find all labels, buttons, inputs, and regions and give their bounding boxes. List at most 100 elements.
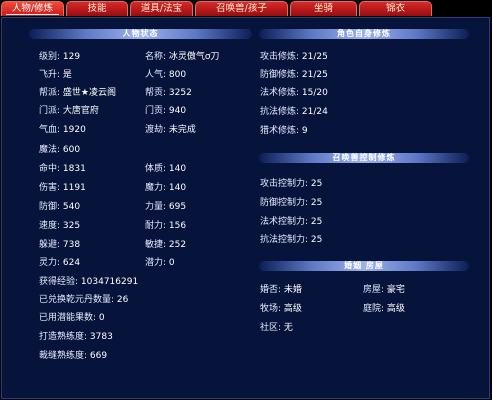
stat-row: 气血: 1920 (39, 124, 86, 136)
stat-label: 命中: (39, 164, 61, 174)
stat-value: 695 (168, 202, 187, 212)
stat-label: 气血: (39, 125, 61, 135)
stat-value: 738 (62, 240, 81, 250)
tab-skills[interactable]: 技能 (66, 1, 128, 16)
stat-value: 0 (98, 313, 105, 323)
stat-label: 防御: (39, 202, 61, 212)
stat-row: 级别: 129 (39, 51, 80, 63)
cultivation-row: 防御修炼: 21/25 (260, 69, 328, 81)
stat-value: 1920 (62, 125, 86, 135)
cultivation-header: 角色自身修炼 (259, 29, 469, 39)
stat-value: 252 (168, 240, 187, 250)
stat-row: 躲避: 738 (39, 239, 80, 251)
stat-value: 600 (62, 145, 81, 155)
stat-row: 帮派: 盛世★凌云阁 (39, 87, 116, 99)
summon-control-value: 25 (310, 235, 323, 245)
stat-row: 灵力: 624 (39, 257, 80, 269)
summon-control-row: 防御控制力: 25 (260, 197, 322, 209)
stat-row: 速度: 325 (39, 220, 80, 232)
cultivation-value: 21/25 (301, 70, 328, 80)
stat-label: 裁缝熟练度: (39, 351, 88, 361)
stat-label: 门派: (39, 106, 61, 116)
stat-row: 帮贡: 3252 (145, 87, 192, 99)
stat-label: 级别: (39, 52, 61, 62)
stat-value: 是 (62, 70, 72, 80)
stat-value: 26 (116, 295, 129, 305)
community-value: 无 (283, 323, 293, 333)
stat-row: 魔法: 600 (39, 144, 80, 156)
stat-label: 帮贡: (145, 88, 167, 98)
stat-label: 潜力: (145, 258, 167, 268)
tab-outfits[interactable]: 锦衣 (359, 1, 432, 16)
stat-value: 940 (168, 106, 187, 116)
stat-row: 敏捷: 252 (145, 239, 186, 251)
stat-label: 魔法: (39, 145, 61, 155)
stat-label: 飞升: (39, 70, 61, 80)
stat-value: 冰灵傲气ơ刀 (168, 52, 220, 62)
summon-control-row: 攻击控制力: 25 (260, 178, 322, 190)
character-status-header: 人物状态 (29, 29, 252, 39)
summon-control-label: 法术控制力: (260, 217, 309, 227)
tab-mounts[interactable]: 坐骑 (290, 1, 357, 16)
stat-label: 帮派: (39, 88, 61, 98)
main-panel: 人物状态 级别: 129 飞升: 是 帮派: 盛世★凌云阁 门派: 大唐官府 气… (1, 17, 490, 399)
stat-value: 624 (62, 258, 81, 268)
stat-label: 人气: (145, 70, 167, 80)
stat-row: 命中: 1831 (39, 163, 86, 175)
stat-row: 门贡: 940 (145, 105, 186, 117)
stat-row: 已兑换乾元丹数量: 26 (39, 294, 128, 306)
stat-row: 力量: 695 (145, 201, 186, 213)
stat-value: 1034716291 (80, 277, 139, 287)
cultivation-row: 猎术修炼: 9 (260, 125, 308, 137)
stat-value: 3783 (89, 332, 113, 342)
stat-value: 0 (168, 258, 175, 268)
stat-row: 已用潜能果数: 0 (39, 312, 105, 324)
stat-value: 3252 (168, 88, 192, 98)
cultivation-label: 抗法修炼: (260, 107, 300, 117)
summon-control-header: 召唤兽控制修炼 (259, 153, 469, 163)
stat-label: 渡劫: (145, 125, 167, 135)
tab-summons-children[interactable]: 召唤兽/孩子 (195, 1, 288, 16)
ranch-label: 牧场: (260, 304, 282, 314)
stat-row: 名称: 冰灵傲气ơ刀 (145, 51, 219, 63)
stat-row: 人气: 800 (145, 69, 186, 81)
stat-row: 防御: 540 (39, 201, 80, 213)
stat-label: 名称: (145, 52, 167, 62)
stat-value: 未完成 (168, 125, 196, 135)
courtyard-label: 庭院: (363, 304, 385, 314)
courtyard-value: 高级 (386, 304, 405, 314)
tab-items-treasures[interactable]: 道具/法宝 (130, 1, 193, 16)
summon-control-value: 25 (310, 179, 323, 189)
stat-label: 速度: (39, 221, 61, 231)
ranch-value: 高级 (283, 304, 302, 314)
summon-control-value: 25 (310, 217, 323, 227)
stat-value: 盛世★凌云阁 (62, 88, 116, 98)
stat-row: 门派: 大唐官府 (39, 105, 99, 117)
cultivation-row: 法术修炼: 15/20 (260, 87, 328, 99)
stat-value: 800 (168, 70, 187, 80)
stat-label: 获得经验: (39, 277, 79, 287)
tab-bar: 人物/修炼 技能 道具/法宝 召唤兽/孩子 坐骑 锦衣 (0, 0, 492, 18)
stat-value: 大唐官府 (62, 106, 99, 116)
cultivation-label: 攻击修炼: (260, 52, 300, 62)
stat-label: 伤害: (39, 183, 61, 193)
stat-value: 1831 (62, 164, 86, 174)
ranch-row: 牧场: 高级 (260, 303, 302, 315)
stat-row: 获得经验: 1034716291 (39, 276, 138, 288)
stat-value: 325 (62, 221, 81, 231)
stat-label: 门贡: (145, 106, 167, 116)
marriage-label: 婚否: (260, 285, 282, 295)
cultivation-row: 攻击修炼: 21/25 (260, 51, 328, 63)
stat-value: 669 (89, 351, 108, 361)
stat-row: 潜力: 0 (145, 257, 175, 269)
summon-control-row: 抗法控制力: 25 (260, 234, 322, 246)
stat-row: 打造熟练度: 3783 (39, 331, 113, 343)
tab-character-cultivation[interactable]: 人物/修炼 (1, 1, 64, 16)
courtyard-row: 庭院: 高级 (363, 303, 405, 315)
cultivation-row: 抗法修炼: 21/24 (260, 106, 328, 118)
stat-row: 魔力: 140 (145, 182, 186, 194)
stat-row: 渡劫: 未完成 (145, 124, 196, 136)
marriage-value: 未婚 (283, 285, 302, 295)
stat-label: 敏捷: (145, 240, 167, 250)
summon-control-value: 25 (310, 198, 323, 208)
